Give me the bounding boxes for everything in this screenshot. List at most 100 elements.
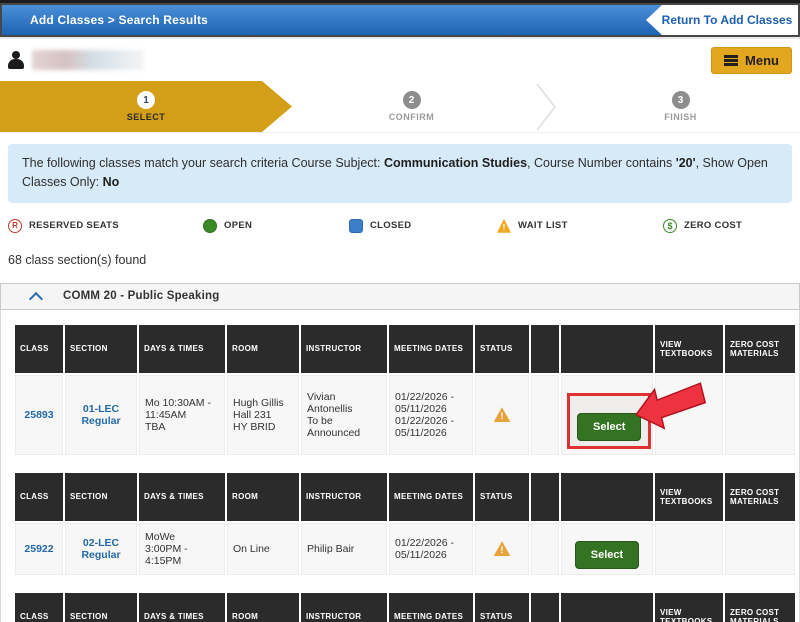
col-section: SECTION	[65, 325, 137, 373]
col-room: ROOM	[227, 325, 299, 373]
wait-list-status-icon: !	[494, 541, 511, 556]
legend-closed-label: CLOSED	[370, 220, 411, 231]
chevron-up-icon	[31, 291, 41, 301]
legend-closed: CLOSED	[349, 219, 497, 233]
col-room: ROOM	[227, 473, 299, 521]
col-meeting-dates: MEETING DATES	[389, 473, 473, 521]
select-button[interactable]: Select	[575, 541, 639, 569]
breadcrumb-bar: Add Classes > Search Results Return To A…	[0, 3, 800, 37]
col-action	[561, 593, 653, 622]
col-days-times: DAYS & TIMES	[139, 593, 225, 622]
room-cell: On Line	[227, 523, 299, 575]
section-table-1: CLASS SECTION DAYS & TIMES ROOM INSTRUCT…	[13, 323, 787, 457]
user-name-redacted	[32, 50, 144, 70]
banner-text: The following classes match your search …	[22, 156, 384, 170]
step-finish: 3 FINISH	[561, 81, 800, 132]
room-cell: Hugh Gillis Hall 231 HY BRID	[227, 375, 299, 455]
view-textbooks-cell	[655, 375, 723, 455]
meeting-dates-cell: 01/22/2026 - 05/11/2026 01/22/2026 - 05/…	[389, 375, 473, 455]
section-link[interactable]: 02-LEC Regular	[81, 537, 120, 561]
results-count: 68 class section(s) found	[8, 253, 792, 267]
closed-icon	[349, 219, 363, 233]
step-select-number: 1	[137, 91, 155, 109]
days-times-cell: MoWe 3:00PM - 4:15PM	[139, 523, 225, 575]
breadcrumb: Add Classes > Search Results	[2, 13, 208, 27]
user-icon	[8, 51, 24, 69]
table-header-row: CLASS SECTION DAYS & TIMES ROOM INSTRUCT…	[15, 593, 795, 622]
table-row: 25893 01-LEC Regular Mo 10:30AM - 11:45A…	[15, 375, 795, 455]
col-instructor: INSTRUCTOR	[301, 593, 387, 622]
step-select: 1 SELECT	[0, 81, 292, 132]
class-number-link[interactable]: 25922	[24, 543, 53, 555]
instructor-cell: Vivian Antonellis To be Announced	[301, 375, 387, 455]
col-view-textbooks: VIEW TEXTBOOKS	[655, 593, 723, 622]
section-link[interactable]: 01-LEC Regular	[81, 403, 120, 427]
legend-wait-list: ! WAIT LIST	[497, 219, 663, 233]
wait-list-status-icon: !	[494, 407, 511, 422]
meeting-dates-cell: 01/22/2026 - 05/11/2026	[389, 523, 473, 575]
legend-reserved-seats: R RESERVED SEATS	[8, 219, 203, 233]
legend-wait-list-label: WAIT LIST	[518, 220, 568, 231]
col-instructor: INSTRUCTOR	[301, 473, 387, 521]
menu-button[interactable]: Menu	[711, 47, 792, 74]
breadcrumb-separator: >	[108, 13, 115, 27]
breadcrumb-section[interactable]: Add Classes	[30, 13, 104, 27]
section-table-2: CLASS SECTION DAYS & TIMES ROOM INSTRUCT…	[13, 471, 787, 577]
status-legend: R RESERVED SEATS OPEN CLOSED ! WAIT LIST…	[8, 219, 792, 233]
action-cell: Select	[561, 375, 653, 455]
col-class: CLASS	[15, 473, 63, 521]
col-status: STATUS	[475, 593, 529, 622]
hamburger-icon	[724, 55, 738, 66]
breadcrumb-page: Search Results	[119, 13, 209, 27]
annotation-highlight-box: Select	[567, 393, 651, 449]
col-view-textbooks: VIEW TEXTBOOKS	[655, 325, 723, 373]
col-zero-cost-materials: ZERO COST MATERIALS	[725, 593, 795, 622]
step-confirm-label: CONFIRM	[389, 112, 435, 122]
banner-mid1: , Course Number contains	[527, 156, 676, 170]
step-confirm-number: 2	[403, 91, 421, 109]
col-blank-1	[531, 593, 559, 622]
blank-cell	[531, 523, 559, 575]
select-button[interactable]: Select	[577, 413, 641, 441]
return-to-add-classes-container: Return To Add Classes	[646, 5, 798, 35]
col-view-textbooks: VIEW TEXTBOOKS	[655, 473, 723, 521]
col-instructor: INSTRUCTOR	[301, 325, 387, 373]
legend-open-label: OPEN	[224, 220, 252, 231]
legend-reserved-label: RESERVED SEATS	[29, 220, 119, 231]
return-to-add-classes-link[interactable]: Return To Add Classes	[652, 13, 793, 27]
col-status: STATUS	[475, 325, 529, 373]
menu-label: Menu	[745, 53, 779, 68]
col-action	[561, 473, 653, 521]
course-group-title: COMM 20 - Public Speaking	[63, 290, 219, 302]
search-criteria-banner: The following classes match your search …	[8, 144, 792, 203]
action-cell: Select	[561, 523, 653, 575]
zero-cost-cell	[725, 375, 795, 455]
step-finish-number: 3	[672, 91, 690, 109]
col-action	[561, 325, 653, 373]
table-header-row: CLASS SECTION DAYS & TIMES ROOM INSTRUCT…	[15, 325, 795, 373]
view-textbooks-cell	[655, 523, 723, 575]
open-icon	[203, 219, 217, 233]
wait-list-icon: !	[497, 219, 511, 233]
zero-cost-icon: $	[663, 219, 677, 233]
col-status: STATUS	[475, 473, 529, 521]
class-number-link[interactable]: 25893	[24, 409, 53, 421]
days-times-cell: Mo 10:30AM - 11:45AM TBA	[139, 375, 225, 455]
course-group-header[interactable]: COMM 20 - Public Speaking	[0, 283, 800, 310]
table-row: 25922 02-LEC Regular MoWe 3:00PM - 4:15P…	[15, 523, 795, 575]
legend-zero-cost-label: ZERO COST	[684, 220, 742, 231]
zero-cost-cell	[725, 523, 795, 575]
col-days-times: DAYS & TIMES	[139, 473, 225, 521]
col-section: SECTION	[65, 473, 137, 521]
banner-course-number: '20'	[676, 156, 696, 170]
col-class: CLASS	[15, 325, 63, 373]
legend-zero-cost: $ ZERO COST	[663, 219, 742, 233]
step-confirm: 2 CONFIRM	[292, 81, 531, 132]
col-zero-cost-materials: ZERO COST MATERIALS	[725, 325, 795, 373]
reserved-seats-icon: R	[8, 219, 22, 233]
col-zero-cost-materials: ZERO COST MATERIALS	[725, 473, 795, 521]
col-room: ROOM	[227, 593, 299, 622]
section-table-3: CLASS SECTION DAYS & TIMES ROOM INSTRUCT…	[13, 591, 787, 622]
progress-steps: 1 SELECT 2 CONFIRM 3 FINISH	[0, 81, 800, 133]
col-class: CLASS	[15, 593, 63, 622]
